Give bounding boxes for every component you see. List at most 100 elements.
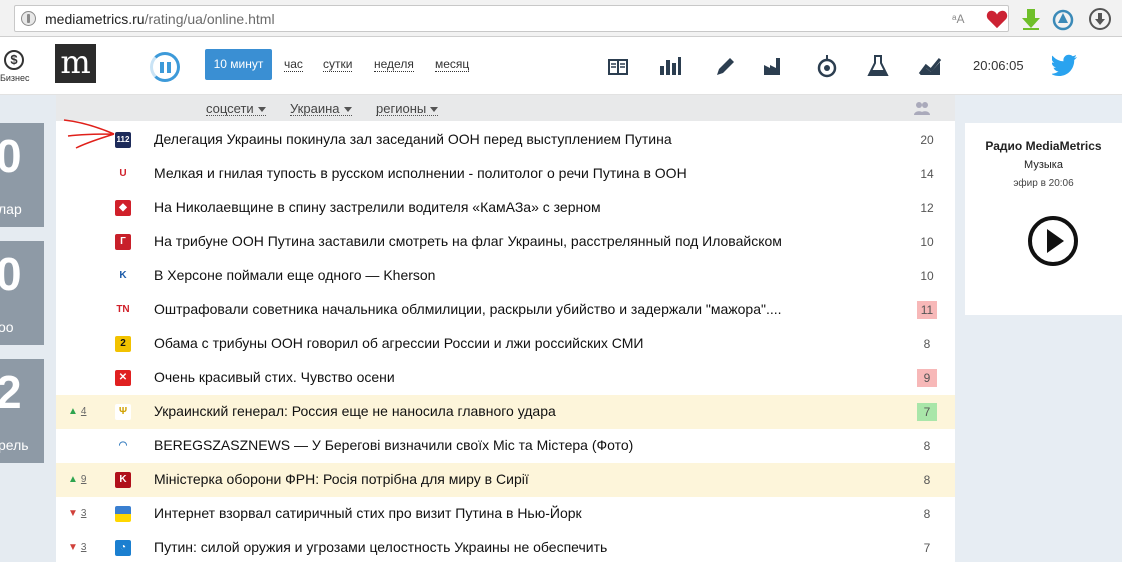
rank-up-indicator: ▲ 4	[68, 406, 86, 417]
red-cross-icon[interactable]: ✕	[115, 370, 131, 386]
factory-icon[interactable]	[762, 54, 786, 78]
reader-count: 8	[923, 507, 931, 521]
period-10min-button[interactable]: 10 минут	[205, 49, 272, 80]
dollar-icon[interactable]: $	[4, 50, 24, 70]
rank-change-value: 3	[80, 542, 87, 553]
extension-icon[interactable]	[1051, 7, 1075, 31]
news-title-link[interactable]: Очень красивый стих. Чувство осени	[154, 369, 395, 385]
reader-count: 8	[923, 337, 931, 351]
magnet-icon[interactable]: U	[115, 166, 131, 182]
period-week-link[interactable]: неделя	[374, 58, 414, 72]
news-rating: соцсети Украина регионы 112 Делегация Укр…	[56, 95, 955, 562]
save-page-icon[interactable]	[1088, 7, 1112, 31]
channel-2-icon[interactable]: 2	[115, 336, 131, 352]
reader-count: 12	[920, 201, 934, 215]
news-title-link[interactable]: Міністерка оборони ФРН: Росія потрібна д…	[154, 471, 529, 487]
news-row[interactable]: ▼ 3 Интернет взорвал сатиричный стих про в…	[56, 497, 955, 531]
news-title-link[interactable]: Мелкая и гнилая тупость в русском исполн…	[154, 165, 687, 181]
trident-icon[interactable]: Ψ	[115, 404, 131, 420]
news-row[interactable]: ✕ Очень красивый стих. Чувство осени 9	[56, 361, 955, 395]
globe-icon[interactable]: ◔	[115, 540, 131, 556]
sport-icon[interactable]	[815, 54, 839, 78]
filter-bar: соцсети Украина регионы	[56, 95, 955, 121]
news-title-link[interactable]: Обама с трибуны ООН говорил об агрессии …	[154, 335, 643, 351]
news-row[interactable]: ▲ 4 Ψ Украинский генерал: Россия еще не нан…	[56, 395, 955, 429]
science-icon[interactable]	[866, 54, 890, 78]
filter-regions-dropdown[interactable]: регионы	[376, 102, 439, 116]
news-row[interactable]: TN Оштрафовали советника начальника облми…	[56, 293, 955, 327]
site-header: $ Бизнес m 10 минут час сутки неделя мес…	[0, 37, 1122, 95]
tv-channel-icon[interactable]: TN	[115, 302, 131, 318]
address-url[interactable]: mediametrics.ru/rating/ua/online.html	[45, 11, 275, 27]
period-month-link[interactable]: месяц	[435, 58, 470, 72]
site-logo[interactable]: m	[55, 44, 96, 83]
arrow-down-icon: ▼	[68, 542, 78, 553]
pause-icon[interactable]	[150, 52, 180, 82]
news-title-link[interactable]: Интернет взорвал сатиричный стих про виз…	[154, 505, 582, 521]
sidebar-tile-3[interactable]: 2 рель	[0, 359, 44, 463]
news-title-link[interactable]: В Херсоне поймали еще одного — Kherson	[154, 267, 435, 283]
red-rhombus-icon[interactable]: ◆	[115, 200, 131, 216]
rainbow-icon[interactable]: ◠	[115, 438, 131, 454]
reader-count: 10	[920, 269, 934, 283]
rank-change-value: 4	[80, 406, 87, 417]
reader-count: 14	[920, 167, 934, 181]
news-icon[interactable]	[606, 54, 630, 78]
news-row[interactable]: U Мелкая и гнилая тупость в русском испол…	[56, 157, 955, 191]
period-day-link[interactable]: сутки	[323, 58, 353, 72]
radio-air-time: эфир в 20:06	[1013, 178, 1074, 189]
news-row[interactable]: ▼ 3 ◔ Путин: силой оружия и угрозами целост…	[56, 531, 955, 562]
news-title-link[interactable]: Украинский генерал: Россия еще не наноси…	[154, 403, 556, 419]
news-title-link[interactable]: На Николаевщине в спину застрелили водит…	[154, 199, 601, 215]
letter-k-icon[interactable]: K	[115, 268, 131, 284]
users-icon	[914, 101, 930, 115]
stats-icon[interactable]	[658, 54, 682, 78]
reader-count: 9	[917, 369, 937, 387]
rank-down-indicator: ▼ 3	[68, 542, 86, 553]
news-row[interactable]: 2 Обама с трибуны ООН говорил об агрессии…	[56, 327, 955, 361]
filter-country-dropdown[interactable]: Украина	[290, 102, 352, 116]
news-row[interactable]: ◠ BEREGSZASZNEWS — У Берегові визначили с…	[56, 429, 955, 463]
right-sidebar: Радио MediaMetrics Музыка эфир в 20:06	[955, 95, 1122, 562]
reader-count: 20	[920, 133, 934, 147]
reader-count: 8	[923, 473, 931, 487]
heart-icon[interactable]	[986, 9, 1008, 29]
rank-up-indicator: ▲ 9	[68, 474, 86, 485]
growth-icon[interactable]	[918, 54, 942, 78]
red-k-icon[interactable]: K	[115, 472, 131, 488]
play-icon[interactable]	[1027, 215, 1079, 267]
radio-widget: Радио MediaMetrics Музыка эфир в 20:06	[965, 123, 1122, 315]
news-title-link[interactable]: Оштрафовали советника начальника облмили…	[154, 301, 782, 317]
translate-icon[interactable]: ᵃA	[952, 12, 964, 26]
news-row[interactable]: K В Херсоне поймали еще одного — Kherson 1…	[56, 259, 955, 293]
arrow-down-icon: ▼	[68, 508, 78, 519]
reader-count: 10	[920, 235, 934, 249]
news-title-link[interactable]: На трибуне ООН Путина заставили смотреть…	[154, 233, 782, 249]
reader-count: 8	[923, 439, 931, 453]
red-square-icon[interactable]: Г	[115, 234, 131, 250]
download-icon[interactable]	[1019, 7, 1043, 31]
radio-title: Радио MediaMetrics	[985, 139, 1102, 153]
channel-112-icon[interactable]: 112	[115, 132, 131, 148]
sidebar-tile-1[interactable]: 0 лар	[0, 123, 44, 227]
rank-down-indicator: ▼ 3	[68, 508, 86, 519]
news-title-link[interactable]: BEREGSZASZNEWS — У Берегові визначили св…	[154, 437, 633, 453]
site-info-icon[interactable]	[21, 11, 36, 26]
news-title-link[interactable]: Делегация Украины покинула зал заседаний…	[154, 131, 672, 147]
news-row[interactable]: ▲ 9 K Міністерка оборони ФРН: Росія потрібн…	[56, 463, 955, 497]
news-title-link[interactable]: Путин: силой оружия и угрозами целостнос…	[154, 539, 607, 555]
period-hour-link[interactable]: час	[284, 58, 303, 72]
twitter-icon[interactable]	[1050, 54, 1078, 76]
business-label[interactable]: Бизнес	[0, 73, 30, 83]
news-row[interactable]: Г На трибуне ООН Путина заставили смотрет…	[56, 225, 955, 259]
news-row[interactable]: ◆ На Николаевщине в спину застрелили води…	[56, 191, 955, 225]
filter-social-dropdown[interactable]: соцсети	[206, 102, 266, 116]
address-bar[interactable]: mediametrics.ru/rating/ua/online.html ᵃA	[14, 5, 1009, 32]
radio-genre: Музыка	[1024, 159, 1063, 171]
pen-icon[interactable]	[713, 54, 737, 78]
reader-count: 7	[917, 403, 937, 421]
news-row[interactable]: 112 Делегация Украины покинула зал заседа…	[56, 123, 955, 157]
sidebar-tile-2[interactable]: 0 оо	[0, 241, 44, 345]
arrow-up-icon: ▲	[68, 474, 78, 485]
ukraine-flag-icon[interactable]	[115, 506, 131, 522]
